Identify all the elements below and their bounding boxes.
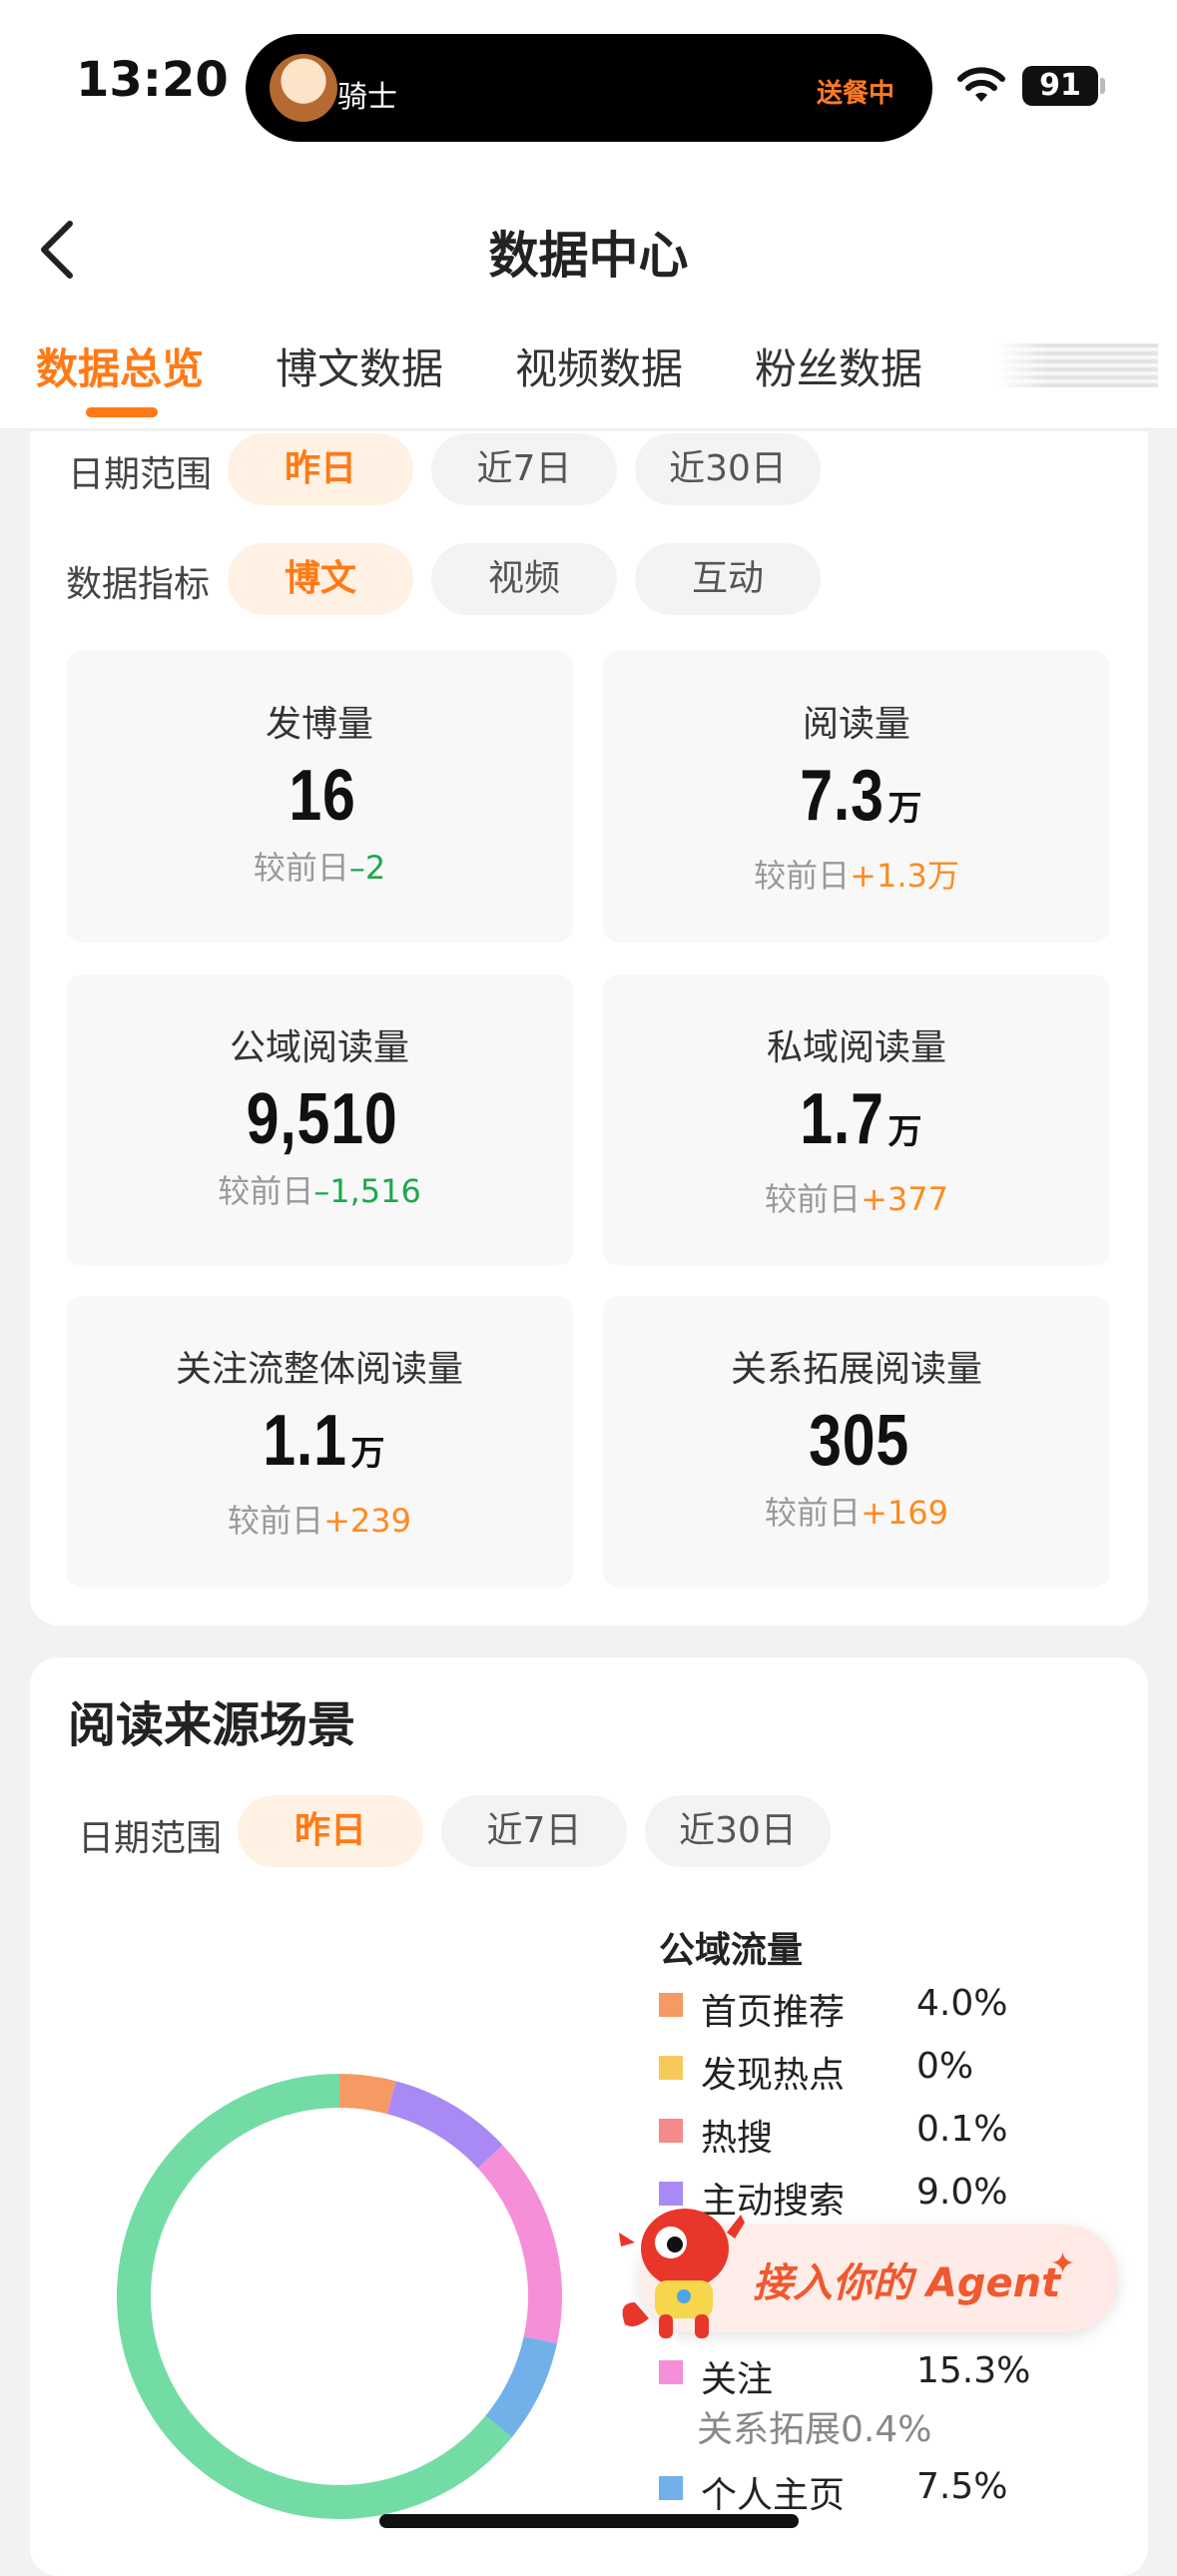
metric-value: 1.1 [264, 1400, 348, 1482]
metric-compare: 较前日–1,516 [66, 1166, 573, 1212]
courier-avatar [270, 54, 337, 122]
legend-subitem: 关系拓展0.4% [697, 2400, 931, 2452]
chip-yesterday[interactable]: 昨日 [228, 433, 413, 505]
metric-unit: 万 [888, 789, 922, 829]
metric-delta: +239 [323, 1502, 411, 1540]
metric-label: 公域阅读量 [66, 1018, 573, 1070]
home-indicator [379, 2514, 799, 2528]
tab-video-data[interactable]: 视频数据 [515, 335, 683, 396]
source-chip-yesterday[interactable]: 昨日 [238, 1795, 423, 1867]
metric-label: 关系拓展阅读量 [603, 1340, 1110, 1392]
section-title: 阅读来源场景 [68, 1685, 355, 1755]
legend-pct: 0.1% [916, 2109, 1007, 2150]
metric-card-private-reads[interactable]: 私域阅读量 1.7万 较前日+377 [603, 974, 1110, 1266]
legend-pct: 7.5% [916, 2466, 1007, 2507]
metric-type-label: 数据指标 [66, 555, 210, 607]
chip-interaction[interactable]: 互动 [635, 543, 821, 615]
metric-unit: 万 [888, 1112, 922, 1152]
sparkle-icon: ✦ [1050, 2247, 1075, 2281]
metric-delta: +1.3万 [850, 857, 959, 895]
agent-label: 接入你的 Agent [753, 2251, 1060, 2308]
metric-delta: –2 [349, 849, 385, 887]
mascot-icon[interactable] [615, 2193, 755, 2342]
nav-header: 数据中心 数据总览 博文数据 视频数据 粉丝数据 [0, 170, 1177, 429]
date-range-label: 日期范围 [68, 445, 212, 497]
battery-tip [1100, 78, 1105, 94]
metric-compare: 较前日+377 [603, 1174, 1110, 1220]
metric-label: 发博量 [66, 695, 573, 747]
legend-swatch [659, 2360, 683, 2384]
metric-value: 1.7 [801, 1078, 885, 1160]
legend-name: 热搜 [701, 2109, 773, 2161]
legend-pct: 4.0% [916, 1983, 1007, 2024]
tab-post-data[interactable]: 博文数据 [276, 335, 443, 396]
legend-name: 首页推荐 [701, 1983, 845, 2035]
donut-segment [339, 2091, 390, 2097]
metric-card-reads[interactable]: 阅读量 7.3万 较前日+1.3万 [603, 651, 1110, 943]
tab-overflow-fade [996, 343, 1158, 387]
legend-name: 关注 [701, 2350, 773, 2402]
metric-unit: 万 [351, 1434, 385, 1474]
source-chip-7days[interactable]: 近7日 [441, 1795, 627, 1867]
tab-fans-data[interactable]: 粉丝数据 [755, 335, 922, 396]
legend-swatch [659, 2476, 683, 2500]
donut-segment [490, 2157, 545, 2340]
status-bar: 13:20 骑士 送餐中 91 [0, 0, 1177, 170]
chip-posts[interactable]: 博文 [228, 543, 413, 615]
source-donut-chart [100, 2037, 639, 2536]
battery-icon: 91 [1022, 66, 1098, 106]
live-activity[interactable]: 骑士 送餐中 [246, 34, 932, 142]
legend-swatch [659, 2056, 683, 2080]
source-chip-30days[interactable]: 近30日 [645, 1795, 831, 1867]
metric-label: 私域阅读量 [603, 1018, 1110, 1070]
metric-delta: +169 [861, 1494, 948, 1532]
metric-delta: +377 [861, 1180, 948, 1218]
source-date-range-label: 日期范围 [78, 1809, 222, 1861]
metric-label: 关注流整体阅读量 [66, 1340, 573, 1392]
metric-value: 305 [810, 1400, 910, 1482]
metric-delta: –1,516 [313, 1172, 421, 1210]
overview-card: 日期范围 昨日 近7日 近30日 数据指标 博文 视频 互动 发博量 16 较前… [30, 431, 1148, 1625]
metric-label: 阅读量 [603, 695, 1110, 747]
metric-value: 16 [289, 755, 355, 837]
legend-name: 个人主页 [701, 2466, 845, 2518]
legend-title: 公域流量 [659, 1921, 803, 1973]
tab-overview[interactable]: 数据总览 [36, 335, 204, 396]
metric-card-public-reads[interactable]: 公域阅读量 9,510 较前日–1,516 [66, 974, 573, 1266]
metric-value: 9,510 [247, 1078, 398, 1160]
metric-compare: 较前日+239 [66, 1496, 573, 1542]
legend-swatch [659, 1993, 683, 2017]
activity-name: 骑士 [337, 72, 397, 116]
wifi-icon [956, 66, 1006, 104]
legend-name: 发现热点 [701, 2046, 845, 2098]
chip-video[interactable]: 视频 [431, 543, 617, 615]
activity-status: 送餐中 [817, 73, 894, 110]
metric-compare: 较前日+169 [603, 1488, 1110, 1534]
donut-segment [499, 2340, 541, 2427]
metric-card-relation-reads[interactable]: 关系拓展阅读量 305 较前日+169 [603, 1296, 1110, 1588]
legend-pct: 15.3% [916, 2350, 1030, 2391]
legend-pct: 0% [916, 2046, 973, 2087]
metric-value: 7.3 [801, 755, 885, 837]
legend-swatch [659, 2119, 683, 2143]
metric-card-post-count[interactable]: 发博量 16 较前日–2 [66, 651, 573, 943]
metric-compare: 较前日+1.3万 [603, 851, 1110, 897]
status-time: 13:20 [76, 52, 229, 108]
active-tab-indicator [86, 407, 158, 417]
chip-7days[interactable]: 近7日 [431, 433, 617, 505]
donut-segment [134, 2091, 499, 2502]
legend-pct: 9.0% [916, 2172, 1007, 2213]
metric-card-follow-feed-reads[interactable]: 关注流整体阅读量 1.1万 较前日+239 [66, 1296, 573, 1588]
page-title: 数据中心 [0, 216, 1177, 288]
chip-30days[interactable]: 近30日 [635, 433, 821, 505]
metric-compare: 较前日–2 [66, 843, 573, 889]
donut-segment [391, 2098, 490, 2157]
